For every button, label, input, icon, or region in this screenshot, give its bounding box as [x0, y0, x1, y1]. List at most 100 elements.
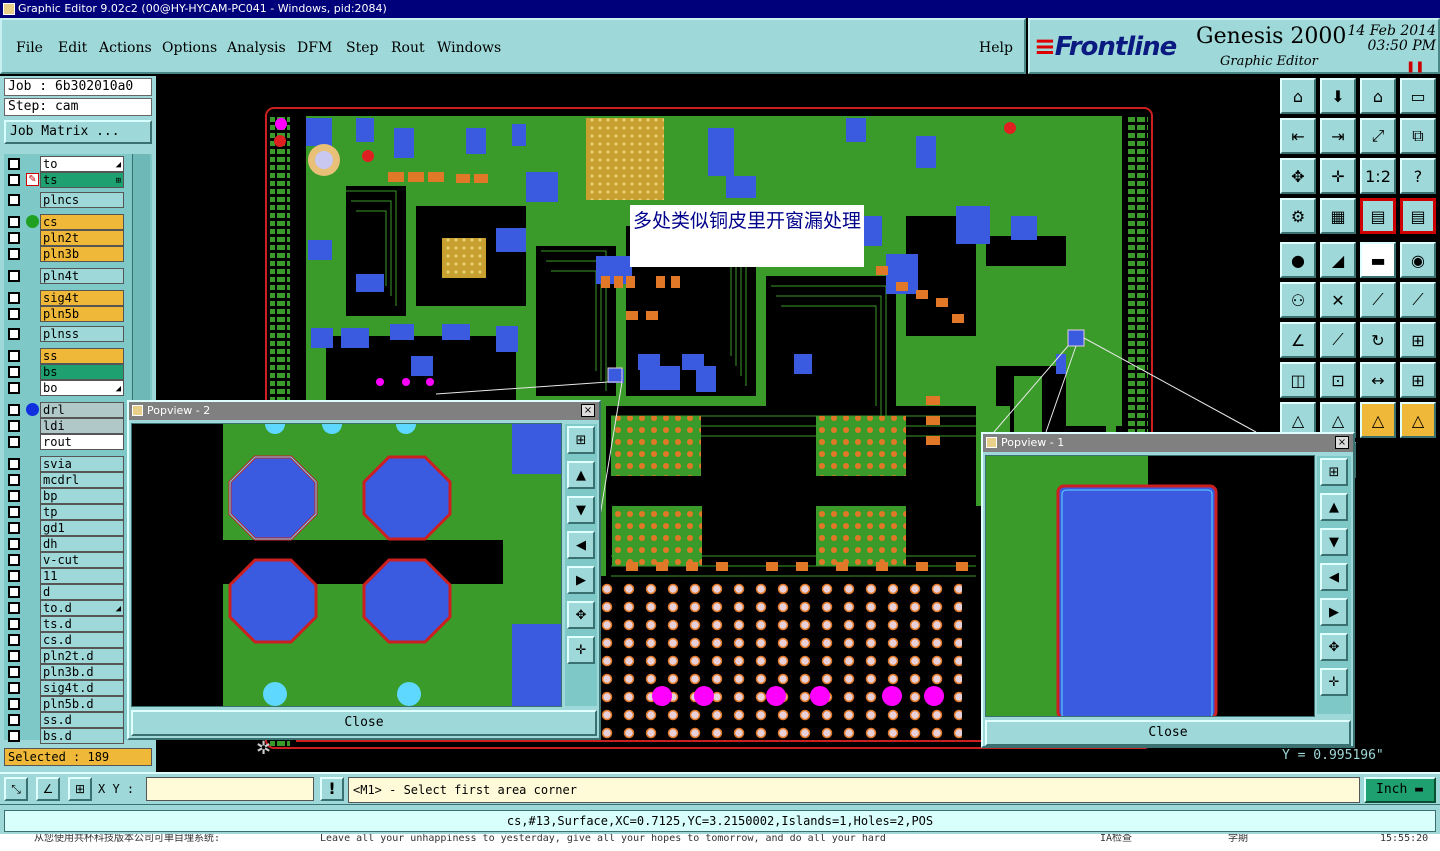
- layer-name[interactable]: pln4t: [40, 268, 124, 284]
- unit-selector[interactable]: Inch ▬: [1364, 777, 1436, 803]
- menu-help[interactable]: Help: [979, 40, 1013, 56]
- layer-row-ts[interactable]: ✎ ts ⊞: [4, 172, 128, 188]
- layer-checkbox[interactable]: [8, 458, 20, 470]
- popview-2-titlebar[interactable]: Popview - 2 ×: [129, 402, 599, 420]
- grid-icon[interactable]: ⊞: [68, 777, 92, 801]
- dfm-icon[interactable]: ⊞: [1400, 322, 1436, 358]
- layer-checkbox[interactable]: [8, 650, 20, 662]
- layer-checkbox[interactable]: [8, 586, 20, 598]
- layer-row-rout[interactable]: rout: [4, 434, 128, 450]
- xy-input[interactable]: [146, 777, 314, 801]
- layer-row-pln2t[interactable]: pln2t: [4, 230, 128, 246]
- layer-name[interactable]: ss: [40, 348, 124, 364]
- center-icon[interactable]: ✛: [567, 636, 595, 664]
- copy-icon[interactable]: ⊡: [1320, 362, 1356, 398]
- layer-row-d[interactable]: d: [4, 584, 128, 600]
- layer-name[interactable]: to ◢: [40, 156, 124, 172]
- snap-icon[interactable]: ▤: [1360, 198, 1396, 234]
- layer-name[interactable]: dh: [40, 536, 124, 552]
- layer-row-ts.d[interactable]: ts.d: [4, 616, 128, 632]
- zoom-out-icon[interactable]: ▼: [567, 496, 595, 524]
- angle-fill-icon[interactable]: △: [1360, 402, 1396, 438]
- display-icon[interactable]: ●: [1280, 242, 1316, 278]
- job-matrix-button[interactable]: Job Matrix ...: [4, 120, 152, 144]
- layer-checkbox[interactable]: [8, 538, 20, 550]
- layer-row-pln3b.d[interactable]: pln3b.d: [4, 664, 128, 680]
- zoom-in-icon[interactable]: ⬇: [1320, 78, 1356, 114]
- layer-name[interactable]: mcdrl: [40, 472, 124, 488]
- layer-row-ss[interactable]: ss: [4, 348, 128, 364]
- pan-right-icon[interactable]: ▶: [1320, 598, 1348, 626]
- zoom-home-icon[interactable]: ⊞: [567, 426, 595, 454]
- line-icon[interactable]: ⟋: [1320, 322, 1356, 358]
- layer-checkbox[interactable]: [8, 158, 20, 170]
- menu-dfm[interactable]: DFM: [297, 40, 332, 56]
- move-icon[interactable]: ◫: [1280, 362, 1316, 398]
- layer-row-svia[interactable]: svia: [4, 456, 128, 472]
- popview-2-close-button[interactable]: Close: [131, 710, 597, 736]
- fit-icon[interactable]: ✥: [1320, 633, 1348, 661]
- zoom-area-icon[interactable]: ⌂: [1360, 78, 1396, 114]
- layer-name[interactable]: pln5b.d: [40, 696, 124, 712]
- layer-name[interactable]: gd1: [40, 520, 124, 536]
- layer-row-to[interactable]: to ◢: [4, 156, 128, 172]
- popview-1-titlebar[interactable]: Popview - 1 ×: [983, 434, 1353, 452]
- layer-row-tp[interactable]: tp: [4, 504, 128, 520]
- menu-step[interactable]: Step: [346, 40, 378, 56]
- menu-analysis[interactable]: Analysis: [227, 40, 286, 56]
- point-icon[interactable]: ◉: [1400, 242, 1436, 278]
- layer-name[interactable]: ts ⊞: [40, 172, 124, 188]
- pan-left-icon[interactable]: ◀: [1320, 563, 1348, 591]
- zoom-in-icon[interactable]: ▲: [567, 461, 595, 489]
- layer-checkbox[interactable]: [8, 436, 20, 448]
- graph-icon[interactable]: ▤: [1400, 198, 1436, 234]
- layer-checkbox[interactable]: [8, 474, 20, 486]
- fit-icon[interactable]: ⤢: [1360, 118, 1396, 154]
- pan-left-icon[interactable]: ⇤: [1280, 118, 1316, 154]
- layer-row-dh[interactable]: dh: [4, 536, 128, 552]
- measure-icon[interactable]: ⚙: [1280, 198, 1316, 234]
- layer-checkbox[interactable]: [8, 270, 20, 282]
- layer-row-sig4t[interactable]: sig4t: [4, 290, 128, 306]
- layer-checkbox[interactable]: [8, 714, 20, 726]
- window-icon[interactable]: ▭: [1400, 78, 1436, 114]
- layer-name[interactable]: tp: [40, 504, 124, 520]
- zoom-home-icon[interactable]: ⌂: [1280, 78, 1316, 114]
- layer-checkbox[interactable]: [8, 366, 20, 378]
- popview-2-window[interactable]: Popview - 2 × ⊞ ▲ ▼ ◀ ▶ ✥ ✛ Close: [127, 400, 601, 740]
- layer-name[interactable]: cs.d: [40, 632, 124, 648]
- layer-name[interactable]: v-cut: [40, 552, 124, 568]
- layer-name[interactable]: d: [40, 584, 124, 600]
- layer-checkbox[interactable]: [8, 682, 20, 694]
- layer-checkbox[interactable]: [8, 730, 20, 742]
- layer-checkbox[interactable]: [8, 174, 20, 186]
- layer-checkbox[interactable]: [8, 554, 20, 566]
- layer-row-mcdrl[interactable]: mcdrl: [4, 472, 128, 488]
- layer-row-bp[interactable]: bp: [4, 488, 128, 504]
- layer-checkbox[interactable]: [8, 216, 20, 228]
- menu-actions[interactable]: Actions: [99, 40, 152, 56]
- layer-row-drl[interactable]: drl: [4, 402, 128, 418]
- ruler-icon[interactable]: ▬: [1360, 242, 1396, 278]
- menu-windows[interactable]: Windows: [437, 40, 501, 56]
- popview-1-close-button[interactable]: Close: [985, 720, 1351, 746]
- grid-icon[interactable]: ▦: [1320, 198, 1356, 234]
- angle-icon[interactable]: ∠: [1280, 322, 1316, 358]
- menu-edit[interactable]: Edit: [58, 40, 87, 56]
- layer-name[interactable]: drl: [40, 402, 124, 418]
- layer-name[interactable]: plncs: [40, 192, 124, 208]
- layer-checkbox[interactable]: [8, 618, 20, 630]
- layer-name[interactable]: bs.d: [40, 728, 124, 744]
- layer-checkbox[interactable]: [8, 232, 20, 244]
- layer-row-plnss[interactable]: plnss: [4, 326, 128, 342]
- layer-row-to.d[interactable]: to.d ◢: [4, 600, 128, 616]
- zoom-home-icon[interactable]: ⊞: [1320, 458, 1348, 486]
- center-icon[interactable]: ✛: [1320, 668, 1348, 696]
- layer-row-v-cut[interactable]: v-cut: [4, 552, 128, 568]
- layer-checkbox[interactable]: [8, 194, 20, 206]
- layer-name[interactable]: cs: [40, 214, 124, 230]
- layer-name[interactable]: ss.d: [40, 712, 124, 728]
- pan-left-icon[interactable]: ◀: [567, 531, 595, 559]
- layer-row-bs.d[interactable]: bs.d: [4, 728, 128, 744]
- triangle-icon[interactable]: △: [1400, 402, 1436, 438]
